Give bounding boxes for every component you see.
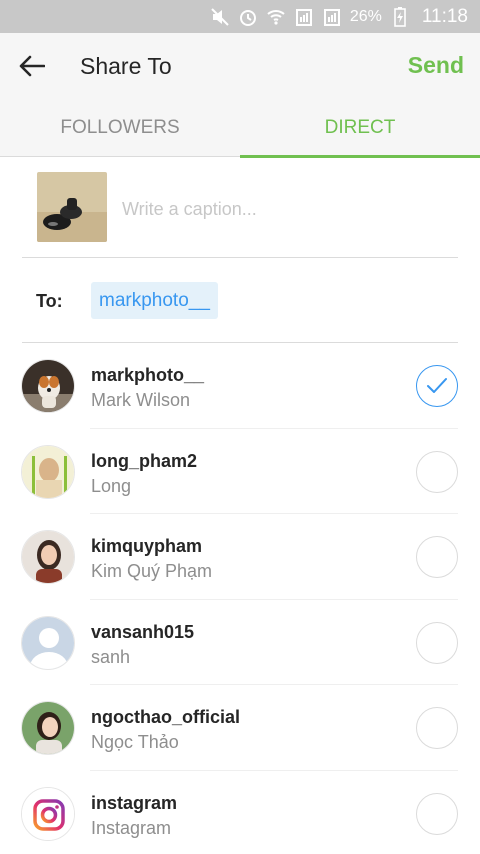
- list-item[interactable]: markphoto__ Mark Wilson: [0, 343, 480, 429]
- post-thumbnail: [37, 172, 107, 242]
- back-arrow-icon: [19, 55, 45, 77]
- clock: 11:18: [421, 5, 468, 27]
- select-checkbox[interactable]: [416, 621, 458, 664]
- list-item[interactable]: ngocthao_official Ngọc Thảo: [0, 685, 480, 771]
- share-tabs: FOLLOWERS DIRECT: [0, 99, 480, 158]
- select-checkbox[interactable]: [416, 792, 458, 835]
- avatar: [21, 359, 75, 413]
- checkmark-icon: [427, 378, 447, 393]
- full-name: sanh: [91, 646, 131, 667]
- list-item[interactable]: instagram Instagram: [0, 771, 480, 854]
- page-title: Share To: [80, 53, 172, 79]
- recipient-list: markphoto__ Mark Wilson long_pham2 Long: [0, 343, 480, 854]
- header: Share To Send: [0, 33, 480, 99]
- send-button[interactable]: Send: [408, 52, 464, 79]
- caption-input[interactable]: [122, 196, 452, 222]
- select-checkbox[interactable]: [416, 365, 458, 407]
- sim1-signal-icon: [294, 7, 314, 27]
- status-icons: 26% 11:18: [210, 0, 468, 33]
- full-name: Kim Quý Phạm: [91, 561, 213, 581]
- username: ngocthao_official: [91, 707, 241, 727]
- default-avatar: [21, 615, 75, 670]
- alarm-icon: [238, 7, 258, 27]
- instagram-logo-icon: [21, 786, 75, 841]
- tab-followers[interactable]: FOLLOWERS: [0, 99, 240, 157]
- to-row: To: markphoto__: [0, 258, 480, 342]
- full-name: Instagram: [91, 817, 172, 838]
- battery-charging-icon: [390, 6, 410, 27]
- list-item[interactable]: long_pham2 Long: [0, 429, 480, 514]
- status-bar: 26% 11:18: [0, 0, 480, 33]
- username: long_pham2: [91, 450, 198, 471]
- back-button[interactable]: [16, 50, 48, 82]
- username: kimquypham: [91, 536, 203, 556]
- select-checkbox[interactable]: [416, 450, 458, 493]
- username: instagram: [91, 792, 178, 813]
- select-checkbox[interactable]: [416, 707, 458, 749]
- mute-icon: [210, 7, 230, 27]
- username: vansanh015: [91, 621, 195, 642]
- full-name: Ngọc Thảo: [91, 732, 179, 752]
- caption-row: [0, 158, 480, 258]
- tab-direct[interactable]: DIRECT: [240, 99, 480, 158]
- avatar: [21, 701, 75, 755]
- username: markphoto__: [91, 365, 205, 385]
- avatar: [21, 530, 75, 584]
- full-name: Mark Wilson: [91, 390, 191, 410]
- list-item[interactable]: kimquypham Kim Quý Phạm: [0, 514, 480, 600]
- avatar: [21, 444, 75, 499]
- battery-percent: 26%: [349, 7, 382, 25]
- to-label: To:: [36, 291, 63, 311]
- list-item[interactable]: vansanh015 sanh: [0, 600, 480, 685]
- wifi-icon: [266, 7, 286, 27]
- full-name: Long: [91, 475, 132, 496]
- recipient-chip[interactable]: markphoto__: [91, 282, 218, 319]
- sim2-signal-icon: [322, 7, 342, 27]
- select-checkbox[interactable]: [416, 536, 458, 578]
